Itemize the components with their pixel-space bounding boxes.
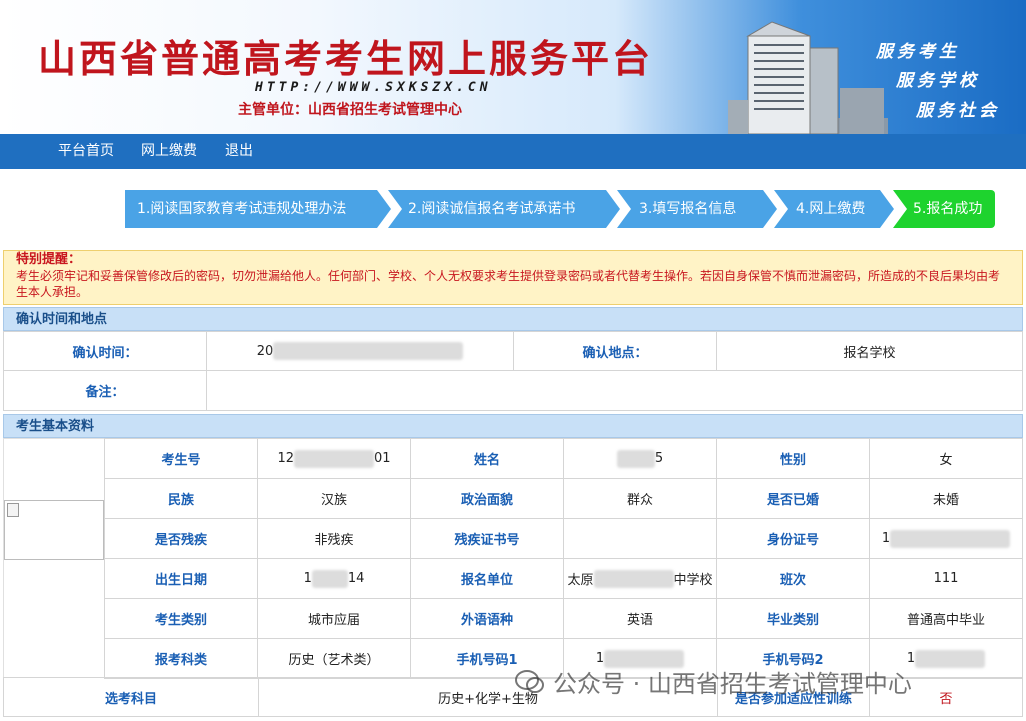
- step-5: 5.报名成功: [893, 190, 995, 228]
- header-banner: 山西省普通高考考生网上服务平台 HTTP://WWW.SXKSZX.CN 主管单…: [0, 0, 1026, 134]
- watermark-text: 公众号 · 山西省招生考试管理中心: [553, 670, 912, 698]
- subjects-label: 选考科目: [3, 677, 259, 717]
- field-value-text: 历史（艺术类）: [288, 653, 380, 668]
- field-value: 未婚: [869, 478, 1023, 519]
- field-value-text: 5: [654, 451, 664, 466]
- slogan-2: 服务学校: [896, 71, 980, 91]
- building-image: [728, 21, 888, 134]
- field-value-text: 未婚: [932, 493, 959, 508]
- field-label: 政治面貌: [410, 478, 564, 519]
- step-3: 3.填写报名信息: [617, 190, 777, 228]
- basic-section-heading: 考生基本资料: [3, 414, 1023, 438]
- field-label: 是否已婚: [716, 478, 870, 519]
- field-label: 报考科类: [104, 638, 258, 679]
- confirm-time-value: 20: [206, 331, 514, 371]
- field-value-text: 汉族: [320, 493, 347, 508]
- field-value: 城市应届: [257, 598, 411, 639]
- step-1: 1.阅读国家教育考试违规处理办法: [125, 190, 391, 228]
- confirm-place-label: 确认地点：: [513, 331, 717, 371]
- field-value-text: 女: [939, 453, 953, 468]
- field-label: 性别: [716, 438, 870, 479]
- redacted-blur: [616, 449, 655, 468]
- field-value-text: 111: [933, 571, 959, 586]
- field-value-text: 1: [303, 571, 312, 586]
- redacted-blur: [311, 569, 348, 588]
- field-value: 5: [563, 438, 717, 479]
- confirm-time-label: 确认时间：: [3, 331, 207, 371]
- confirm-section-heading: 确认时间和地点: [3, 307, 1023, 331]
- step-4: 4.网上缴费: [774, 190, 894, 228]
- notice-body: 考生必须牢记和妥善保管修改后的密码，切勿泄漏给他人。任何部门、学校、个人无权要求…: [16, 269, 1001, 299]
- field-value-text: 城市应届: [307, 613, 360, 628]
- field-value: 群众: [563, 478, 717, 519]
- field-value: 女: [869, 438, 1023, 479]
- field-label: 考生类别: [104, 598, 258, 639]
- field-value-text: 英语: [626, 613, 653, 628]
- field-value: 12 01: [257, 438, 411, 479]
- field-value: 英语: [563, 598, 717, 639]
- field-value-text: 太原: [567, 573, 594, 588]
- wechat-icon: [515, 669, 544, 693]
- field-label: 民族: [104, 478, 258, 519]
- field-value-text: 群众: [626, 493, 653, 508]
- field-label: 考生号: [104, 438, 258, 479]
- step-2: 2.阅读诚信报名考试承诺书: [388, 190, 620, 228]
- redacted-blur: [915, 649, 986, 668]
- field-label: 外语语种: [410, 598, 564, 639]
- student-photo: [4, 500, 104, 560]
- field-label: 班次: [716, 558, 870, 599]
- nav-home-link[interactable]: 平台首页: [58, 134, 114, 169]
- top-nav: 平台首页 网上缴费 退出: [0, 134, 1026, 169]
- field-value-text: 非残疾: [314, 533, 354, 548]
- field-label: 身份证号: [716, 518, 870, 559]
- field-value: 汉族: [257, 478, 411, 519]
- progress-steps: 1.阅读国家教育考试违规处理办法 2.阅读诚信报名考试承诺书 3.填写报名信息 …: [0, 169, 1026, 249]
- platform-title: 山西省普通高考考生网上服务平台: [38, 36, 654, 81]
- field-value-text: 01: [374, 451, 391, 466]
- notice-title: 特别提醒：: [16, 252, 82, 267]
- wechat-watermark: 公众号 · 山西省招生考试管理中心: [515, 664, 912, 699]
- redacted-blur: [593, 569, 674, 588]
- redacted-blur: [890, 529, 1011, 548]
- field-value: [563, 518, 717, 559]
- field-value: 非残疾: [257, 518, 411, 559]
- slogan-1: 服务考生: [876, 42, 960, 62]
- field-label: 出生日期: [104, 558, 258, 599]
- field-value-text: 12: [277, 451, 294, 466]
- field-value-text: 普通高中毕业: [906, 613, 985, 628]
- redacted-blur: [273, 342, 464, 360]
- field-label: 是否残疾: [104, 518, 258, 559]
- field-label: 姓名: [410, 438, 564, 479]
- field-value-text: 14: [347, 571, 365, 586]
- field-label: 残疾证书号: [410, 518, 564, 559]
- broken-image-icon: [7, 503, 19, 517]
- nav-logout-link[interactable]: 退出: [225, 134, 253, 169]
- remark-value: [206, 370, 1023, 411]
- field-value: 太原 中学校: [563, 558, 717, 599]
- remark-label: 备注：: [3, 370, 207, 411]
- nav-payment-link[interactable]: 网上缴费: [141, 134, 197, 169]
- confirm-place-value: 报名学校: [716, 331, 1023, 371]
- platform-org: 主管单位：山西省招生考试管理中心: [238, 102, 462, 118]
- slogan-3: 服务社会: [916, 101, 1000, 121]
- field-value: 111: [869, 558, 1023, 599]
- field-value: 历史（艺术类）: [257, 638, 411, 679]
- field-value: 普通高中毕业: [869, 598, 1023, 639]
- field-label: 报名单位: [410, 558, 564, 599]
- field-value: 1 14: [257, 558, 411, 599]
- field-value: 1: [869, 518, 1023, 559]
- platform-url: HTTP://WWW.SXKSZX.CN: [255, 80, 492, 95]
- notice-box: 特别提醒： 考生必须牢记和妥善保管修改后的密码，切勿泄漏给他人。任何部门、学校、…: [3, 250, 1023, 305]
- field-label: 毕业类别: [716, 598, 870, 639]
- field-value-text: 中学校: [673, 573, 713, 588]
- redacted-blur: [294, 449, 374, 468]
- field-value-text: 1: [881, 531, 891, 546]
